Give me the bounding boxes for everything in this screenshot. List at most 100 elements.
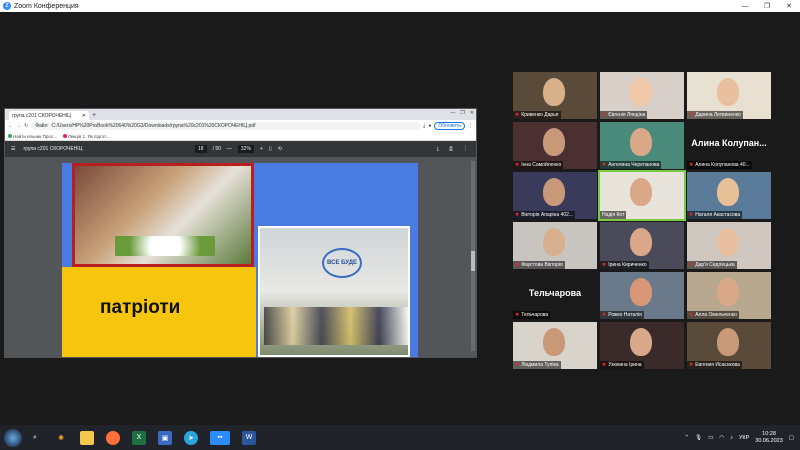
browser-minimize-icon[interactable]: — (450, 110, 455, 116)
participant-face (543, 228, 565, 256)
pdf-scrollbar[interactable] (471, 161, 475, 351)
firefox-icon[interactable] (106, 430, 120, 445)
participant-name: Євгенія Ляндіна (608, 112, 646, 118)
participant-tile[interactable]: ✖ Дар'я Седлецька (687, 222, 771, 269)
volume-icon[interactable]: ♪ (730, 435, 733, 441)
windows-taskbar: ⌕ ✺ X ▣ ➤ ▪▪ W ⌃ 🎙 ▭ ◠ ♪ УКР 10:28 30.06… (0, 425, 800, 450)
maximize-button[interactable]: ❐ (756, 0, 778, 12)
participant-tile[interactable]: ✖ Людмила Тупіка (513, 322, 597, 369)
mic-icon[interactable]: 🎙 (695, 435, 702, 441)
new-tab-icon[interactable]: + (89, 111, 99, 120)
clock[interactable]: 10:28 30.06.2023 (755, 431, 783, 445)
pdf-scroll-thumb[interactable] (471, 251, 475, 271)
bookmark-item[interactable]: Лекція 1. Як підгот... (62, 134, 109, 139)
zoom-main-area: група с201 СКОРОЧЕНІЦ ✕ + — ❐ ✕ ← → ↻ Фа… (0, 12, 800, 425)
battery-icon[interactable]: ▭ (708, 435, 713, 441)
participant-name: Рожко Наталія (608, 312, 642, 318)
pdf-page-controls: 18 / 50 — 32% + ▯ ⟲ (195, 145, 282, 153)
forward-icon[interactable]: → (16, 123, 21, 129)
participant-name-label: ✖ Алина Колупанова 40... (687, 161, 752, 169)
mic-muted-icon: ✖ (515, 212, 520, 218)
participant-tile[interactable]: Надія Кот (598, 170, 686, 221)
participant-tile[interactable]: ✖ Узюкина Ірина (600, 322, 684, 369)
minimize-button[interactable]: — (734, 0, 756, 12)
participant-face (717, 228, 739, 256)
widgets-icon[interactable]: ✺ (54, 431, 68, 445)
network-icon[interactable]: ◠ (719, 435, 724, 441)
participant-tile[interactable]: ✖ Дарина Летвиненко (687, 72, 771, 119)
close-button[interactable]: ✕ (778, 0, 800, 12)
participant-tile[interactable]: Алина Колупан... ✖ Алина Колупанова 40... (687, 122, 771, 169)
excel-icon[interactable]: X (132, 430, 146, 445)
zoom-titlebar: Z Zoom Конференция — ❐ ✕ (0, 0, 800, 12)
participant-name-label: ✖ Фаустова Вікторія (513, 261, 565, 269)
language-indicator[interactable]: УКР (739, 435, 749, 441)
participant-name: Людмила Тупіка (521, 362, 559, 368)
mic-muted-icon: ✖ (689, 312, 694, 318)
participant-name-label: ✖ Евгения Исаєнкова (687, 361, 742, 369)
participant-name: Наталя Акастасова (695, 212, 741, 218)
search-icon[interactable]: ⌕ (28, 431, 42, 445)
zoom-out-icon[interactable]: — (227, 146, 232, 152)
participant-tile[interactable]: ✖ Наталя Акастасова (687, 172, 771, 219)
print-icon[interactable]: ⎙ (449, 146, 453, 152)
zoom-taskbar-icon[interactable]: ▪▪ (210, 430, 230, 445)
word-icon[interactable]: W (242, 430, 256, 445)
mic-muted-icon: ✖ (602, 262, 607, 268)
window-controls: — ❐ ✕ (734, 0, 800, 12)
pdf-download-icon[interactable]: ⤓ (437, 146, 439, 152)
mic-muted-icon: ✖ (515, 162, 520, 168)
menu-icon[interactable]: ⋮ (468, 123, 473, 129)
participant-face (543, 178, 565, 206)
participant-tile[interactable]: ✖ Ангелина Черепанова (600, 122, 684, 169)
rotate-icon[interactable]: ⟲ (278, 146, 282, 152)
mic-muted-icon: ✖ (602, 362, 607, 368)
profile-icon[interactable]: ● (428, 123, 431, 129)
fit-page-icon[interactable]: ▯ (269, 146, 272, 152)
participant-name: Фаустова Вікторія (521, 262, 563, 268)
participant-tile[interactable]: ✖ Ірина Кириченко (600, 222, 684, 269)
tab-close-icon[interactable]: ✕ (82, 113, 86, 119)
reload-icon[interactable]: ↻ (24, 123, 28, 129)
participant-tile[interactable]: ✖ Інна Самойленко (513, 122, 597, 169)
participant-face (543, 128, 565, 156)
participant-face (717, 278, 739, 306)
browser-close-icon[interactable]: ✕ (470, 110, 474, 116)
participant-tile[interactable]: ✖ Евгения Исаєнкова (687, 322, 771, 369)
participant-tile[interactable]: ✖ Вікторія Апаріна 402... (513, 172, 597, 219)
participant-tile[interactable]: ✖ Кривенко Дарья (513, 72, 597, 119)
update-button[interactable]: Обновить (434, 122, 465, 130)
participant-tile[interactable]: ✖ Фаустова Вікторія (513, 222, 597, 269)
address-bar[interactable]: Файл C:/Users/HP%20ProBook%20640%20G3/Do… (31, 122, 421, 130)
pdf-filename: група с201 СКОРОЧЕНІЦ (23, 146, 83, 152)
telegram-icon[interactable]: ➤ (184, 430, 198, 445)
browser-maximize-icon[interactable]: ❐ (460, 110, 464, 116)
file-explorer-icon[interactable] (80, 430, 94, 445)
participant-tile[interactable]: Тельчарова ✖ Тельчарова (513, 272, 597, 319)
mic-muted-icon: ✖ (689, 362, 694, 368)
participant-tile[interactable]: ✖ Рожко Наталія (600, 272, 684, 319)
participant-name: Алла Омельченко (695, 312, 737, 318)
back-icon[interactable]: ← (8, 123, 13, 129)
download-icon[interactable]: ⤓ (423, 123, 425, 129)
zoom-in-icon[interactable]: + (260, 146, 263, 152)
participant-name-label: ✖ Євгенія Ляндіна (600, 111, 648, 119)
browser-tab[interactable]: група с201 СКОРОЧЕНІЦ ✕ (9, 111, 89, 120)
pdf-toolbar: ☰ група с201 СКОРОЧЕНІЦ 18 / 50 — 32% + … (5, 141, 476, 157)
bookmark-item[interactable]: Найти ельник Прос... (8, 134, 57, 139)
start-button-icon[interactable] (4, 428, 22, 447)
participant-face (543, 78, 565, 106)
tray-chevron-icon[interactable]: ⌃ (685, 435, 690, 441)
save-icon[interactable]: ▣ (158, 430, 172, 445)
notifications-icon[interactable]: ▢ (789, 435, 794, 441)
zoom-input[interactable]: 32% (237, 145, 254, 153)
participant-face (630, 78, 652, 106)
participant-tile[interactable]: ✖ Алла Омельченко (687, 272, 771, 319)
pdf-menu-icon[interactable]: ☰ (11, 146, 15, 152)
window-title: Zoom Конференция (14, 2, 79, 10)
participant-name-label: ✖ Алла Омельченко (687, 311, 739, 319)
participant-tile[interactable]: ✖ Євгенія Ляндіна (600, 72, 684, 119)
page-number-input[interactable]: 18 (195, 145, 207, 153)
slide-photo-group (72, 163, 254, 267)
pdf-more-icon[interactable]: ⋮ (463, 146, 468, 152)
